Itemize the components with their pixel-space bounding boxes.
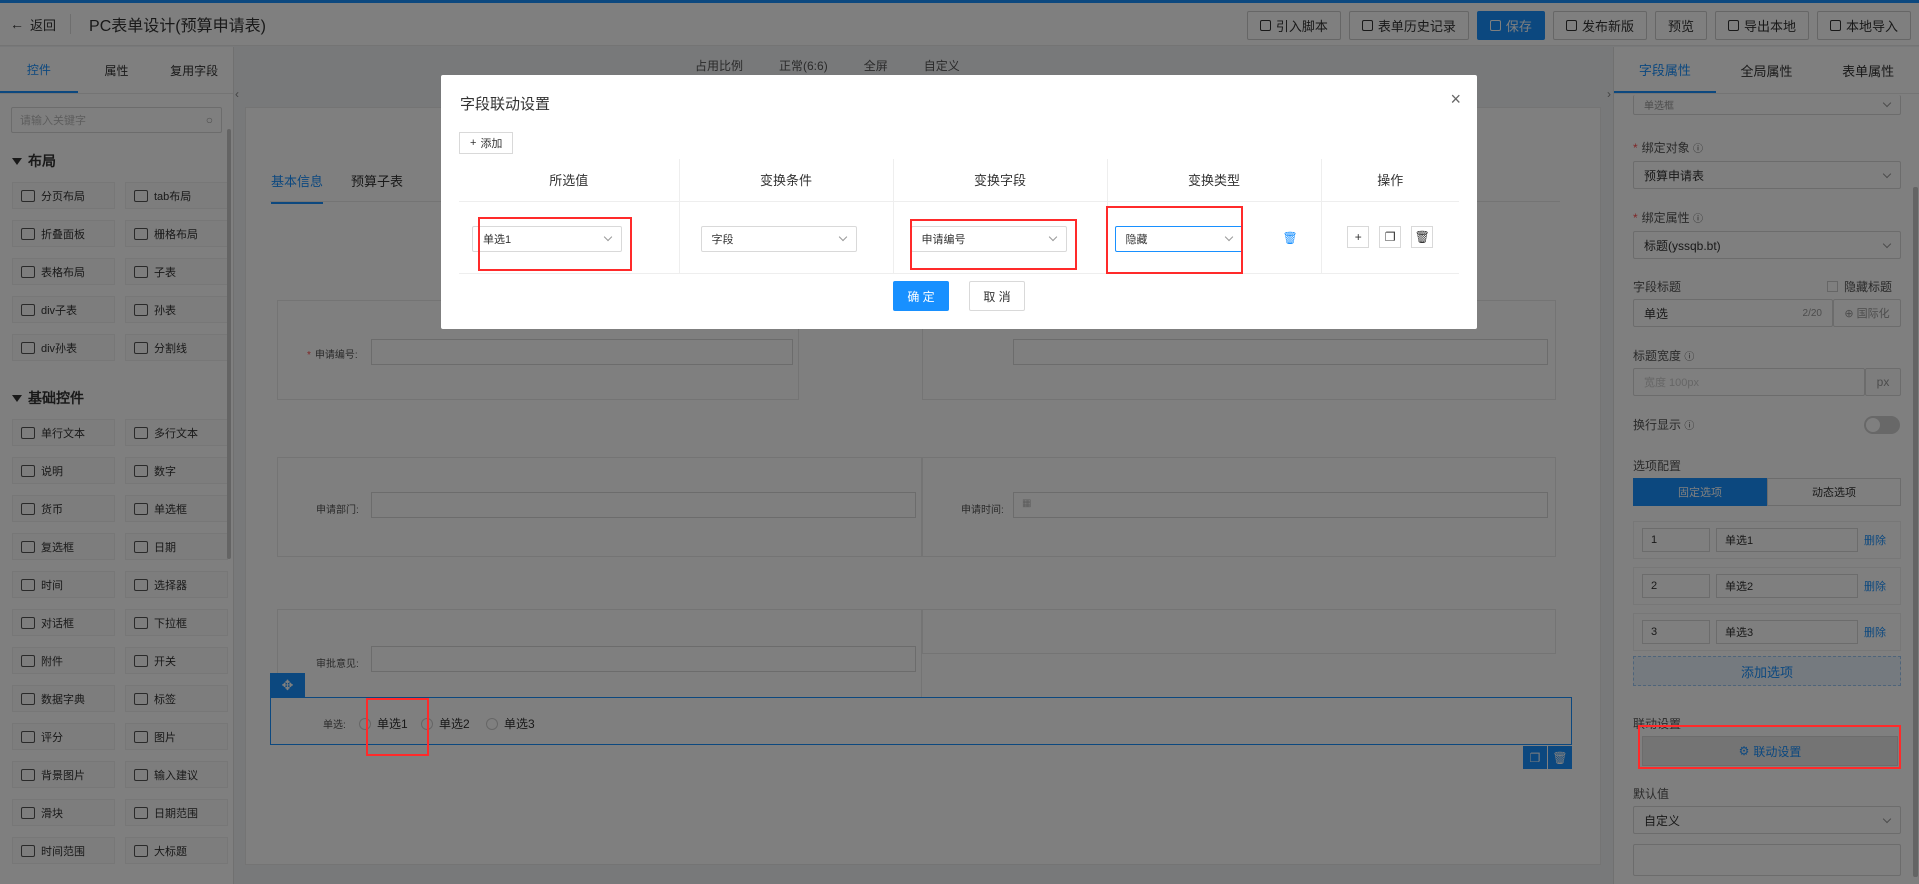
column-header-0: 所选值	[459, 159, 680, 202]
confirm-button[interactable]: 确 定	[893, 281, 949, 311]
highlight-target-field	[910, 219, 1077, 270]
table-header: 所选值 变换条件 变换字段 变换类型 操作	[459, 159, 1459, 202]
highlight-selected-value	[478, 217, 632, 271]
add-rule-button[interactable]: + 添加	[459, 132, 514, 154]
add-row-icon[interactable]: +	[1347, 226, 1370, 248]
column-header-4: 操作	[1321, 159, 1459, 202]
close-icon[interactable]: ×	[1450, 89, 1461, 110]
linkage-modal: 字段联动设置 × + 添加 所选值 变换条件 变换字段 变换类型 操作 单选1 字段 申请…	[441, 75, 1477, 329]
modal-footer: 确 定 取 消	[441, 281, 1477, 311]
highlight-change-type	[1106, 206, 1243, 274]
copy-row-icon[interactable]: ❐	[1379, 226, 1402, 248]
highlight-radio-option	[366, 698, 429, 756]
column-header-1: 变换条件	[679, 159, 894, 202]
cancel-button[interactable]: 取 消	[969, 281, 1025, 311]
highlight-linkage-button	[1638, 725, 1901, 769]
trash-icon[interactable]: 🗑	[1283, 231, 1298, 245]
plus-icon: +	[470, 137, 477, 149]
delete-row-icon[interactable]: 🗑	[1411, 226, 1434, 248]
condition-select[interactable]: 字段	[700, 225, 857, 252]
column-header-3: 变换类型	[1107, 159, 1322, 202]
modal-title: 字段联动设置	[460, 96, 551, 113]
column-header-2: 变换字段	[893, 159, 1108, 202]
